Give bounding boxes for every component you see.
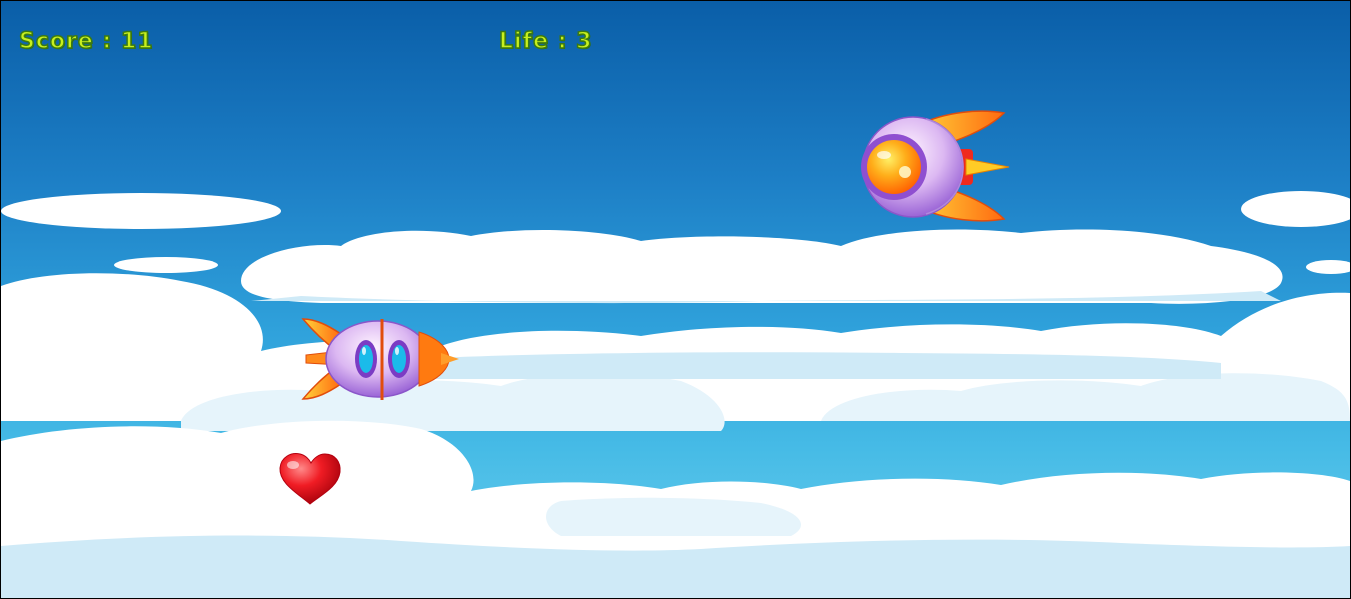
- life-display: Life : 3: [498, 28, 593, 55]
- score-display: Score : 11: [18, 28, 154, 55]
- game-scene: [1, 110, 1350, 598]
- game-canvas[interactable]: Score : 11 Life : 3: [1, 1, 1350, 598]
- enemy-ship[interactable]: [861, 110, 1010, 222]
- cloud-layer-near: [1, 420, 1350, 598]
